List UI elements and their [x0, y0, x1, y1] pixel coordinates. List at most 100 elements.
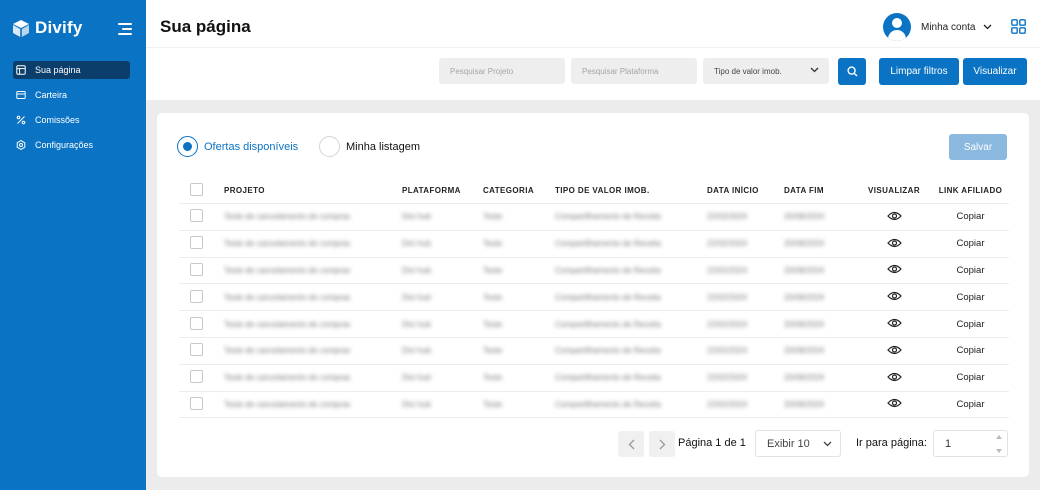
- row-checkbox[interactable]: [190, 209, 203, 223]
- sidebar-item-label: Comissões: [35, 115, 80, 125]
- chevron-down-icon: [984, 24, 992, 30]
- logo[interactable]: Divify: [12, 18, 83, 38]
- next-page-button[interactable]: [649, 431, 675, 457]
- start-date-cell: 22/02/2024: [707, 212, 748, 222]
- start-date-cell: 22/02/2024: [707, 292, 748, 302]
- chevron-down-icon: [823, 441, 832, 447]
- row-checkbox[interactable]: [190, 289, 203, 303]
- table-row: Teste de cancelamento de compras Divi hub…: [179, 338, 1009, 365]
- value-type-cell: Compartilhamento de Receita: [555, 212, 661, 222]
- category-cell: Teste: [483, 373, 503, 383]
- menu-toggle-icon[interactable]: [118, 23, 132, 35]
- goto-page-input[interactable]: 1: [933, 430, 1008, 457]
- per-page-select[interactable]: Exibir 10: [755, 430, 841, 457]
- eye-icon[interactable]: [886, 345, 902, 355]
- sidebar-item-comissoes[interactable]: Comissões: [13, 111, 130, 129]
- eye-icon[interactable]: [886, 211, 902, 221]
- start-date-cell: 22/02/2024: [707, 346, 748, 356]
- view-button[interactable]: Visualizar: [963, 58, 1027, 85]
- table-row: Teste de cancelamento de compras Divi hub…: [179, 258, 1009, 285]
- copy-link-button[interactable]: Copiar: [932, 265, 1009, 276]
- save-button[interactable]: Salvar: [949, 134, 1007, 160]
- table-row: Teste de cancelamento de compras Divi hub…: [179, 392, 1009, 419]
- cube-logo-icon: [13, 19, 29, 37]
- sidebar-item-label: Configurações: [35, 140, 94, 150]
- value-type-select-label: Tipo de valor imob.: [714, 66, 782, 76]
- platform-cell: Divi hub: [402, 346, 431, 356]
- copy-link-button[interactable]: Copiar: [932, 372, 1009, 383]
- eye-icon[interactable]: [886, 291, 902, 301]
- copy-link-button[interactable]: Copiar: [932, 319, 1009, 330]
- sidebar-item-configuracoes[interactable]: Configurações: [13, 136, 130, 154]
- value-type-cell: Compartilhamento de Receita: [555, 292, 661, 302]
- eye-icon[interactable]: [886, 318, 902, 328]
- project-cell: Teste de cancelamento de compras: [224, 319, 351, 329]
- search-project-input[interactable]: [439, 58, 565, 84]
- eye-icon[interactable]: [886, 264, 902, 274]
- gear-icon: [16, 140, 26, 150]
- column-header: DATA FIM: [784, 186, 824, 195]
- clear-filters-button[interactable]: Limpar filtros: [879, 58, 959, 85]
- table-row: Teste de cancelamento de compras Divi hub…: [179, 365, 1009, 392]
- value-type-cell: Compartilhamento de Receita: [555, 346, 661, 356]
- copy-link-button[interactable]: Copiar: [932, 345, 1009, 356]
- row-checkbox[interactable]: [190, 316, 203, 330]
- account-menu[interactable]: Minha conta: [883, 13, 992, 41]
- copy-link-button[interactable]: Copiar: [932, 292, 1009, 303]
- select-all-checkbox[interactable]: [190, 183, 203, 196]
- column-header: LINK AFILIADO: [938, 186, 1003, 195]
- search-icon: [846, 66, 857, 77]
- chevron-right-icon: [659, 439, 665, 449]
- account-label: Minha conta: [921, 21, 976, 33]
- stepper-up-icon[interactable]: [994, 434, 1004, 440]
- row-checkbox[interactable]: [190, 236, 203, 250]
- chevron-left-icon: [628, 439, 634, 449]
- start-date-cell: 22/02/2024: [707, 239, 748, 249]
- tab-ofertas-disponiveis[interactable]: Ofertas disponíveis: [177, 136, 298, 157]
- radio-unselected: [319, 136, 340, 157]
- start-date-cell: 22/02/2024: [707, 373, 748, 383]
- project-cell: Teste de cancelamento de compras: [224, 212, 351, 222]
- column-header: PROJETO: [224, 186, 265, 195]
- eye-icon[interactable]: [886, 238, 902, 248]
- search-platform-input[interactable]: [571, 58, 697, 84]
- sidebar-item-carteira[interactable]: Carteira: [13, 86, 130, 104]
- page-info: Página 1 de 1: [678, 437, 746, 449]
- category-cell: Teste: [483, 292, 503, 302]
- category-cell: Teste: [483, 399, 503, 409]
- end-date-cell: 20/08/2024: [784, 292, 825, 302]
- sidebar-item-sua-pagina[interactable]: Sua página: [13, 61, 130, 79]
- sidebar-item-label: Carteira: [35, 90, 68, 100]
- stepper-down-icon[interactable]: [994, 448, 1004, 454]
- sidebar-nav: Sua página Carteira Comissões Configuraç…: [13, 61, 130, 161]
- tab-minha-listagem[interactable]: Minha listagem: [319, 136, 420, 157]
- percent-icon: [16, 115, 26, 125]
- row-checkbox[interactable]: [190, 370, 203, 384]
- copy-link-button[interactable]: Copiar: [932, 238, 1009, 249]
- tab-label: Minha listagem: [346, 140, 420, 153]
- copy-link-button[interactable]: Copiar: [932, 399, 1009, 410]
- value-type-select[interactable]: Tipo de valor imob.: [703, 58, 829, 84]
- page-stepper[interactable]: [994, 434, 1004, 454]
- grid-apps-icon[interactable]: [1011, 19, 1026, 34]
- row-checkbox[interactable]: [190, 396, 203, 410]
- copy-link-button[interactable]: Copiar: [932, 211, 1009, 222]
- page-title: Sua página: [160, 17, 251, 36]
- project-cell: Teste de cancelamento de compras: [224, 399, 351, 409]
- project-cell: Teste de cancelamento de compras: [224, 239, 351, 249]
- offers-table: PROJETO PLATAFORMA CATEGORIA TIPO DE VAL…: [179, 178, 1009, 419]
- platform-cell: Divi hub: [402, 373, 431, 383]
- table-header: PROJETO PLATAFORMA CATEGORIA TIPO DE VAL…: [179, 178, 1009, 204]
- value-type-cell: Compartilhamento de Receita: [555, 373, 661, 383]
- row-checkbox[interactable]: [190, 343, 203, 357]
- search-button[interactable]: [838, 58, 866, 85]
- previous-page-button[interactable]: [618, 431, 644, 457]
- end-date-cell: 20/08/2024: [784, 212, 825, 222]
- project-cell: Teste de cancelamento de compras: [224, 265, 351, 275]
- category-cell: Teste: [483, 239, 503, 249]
- eye-icon[interactable]: [886, 372, 902, 382]
- row-checkbox[interactable]: [190, 262, 203, 276]
- column-header: PLATAFORMA: [402, 186, 461, 195]
- eye-icon[interactable]: [886, 398, 902, 408]
- column-header: TIPO DE VALOR IMOB.: [555, 186, 650, 195]
